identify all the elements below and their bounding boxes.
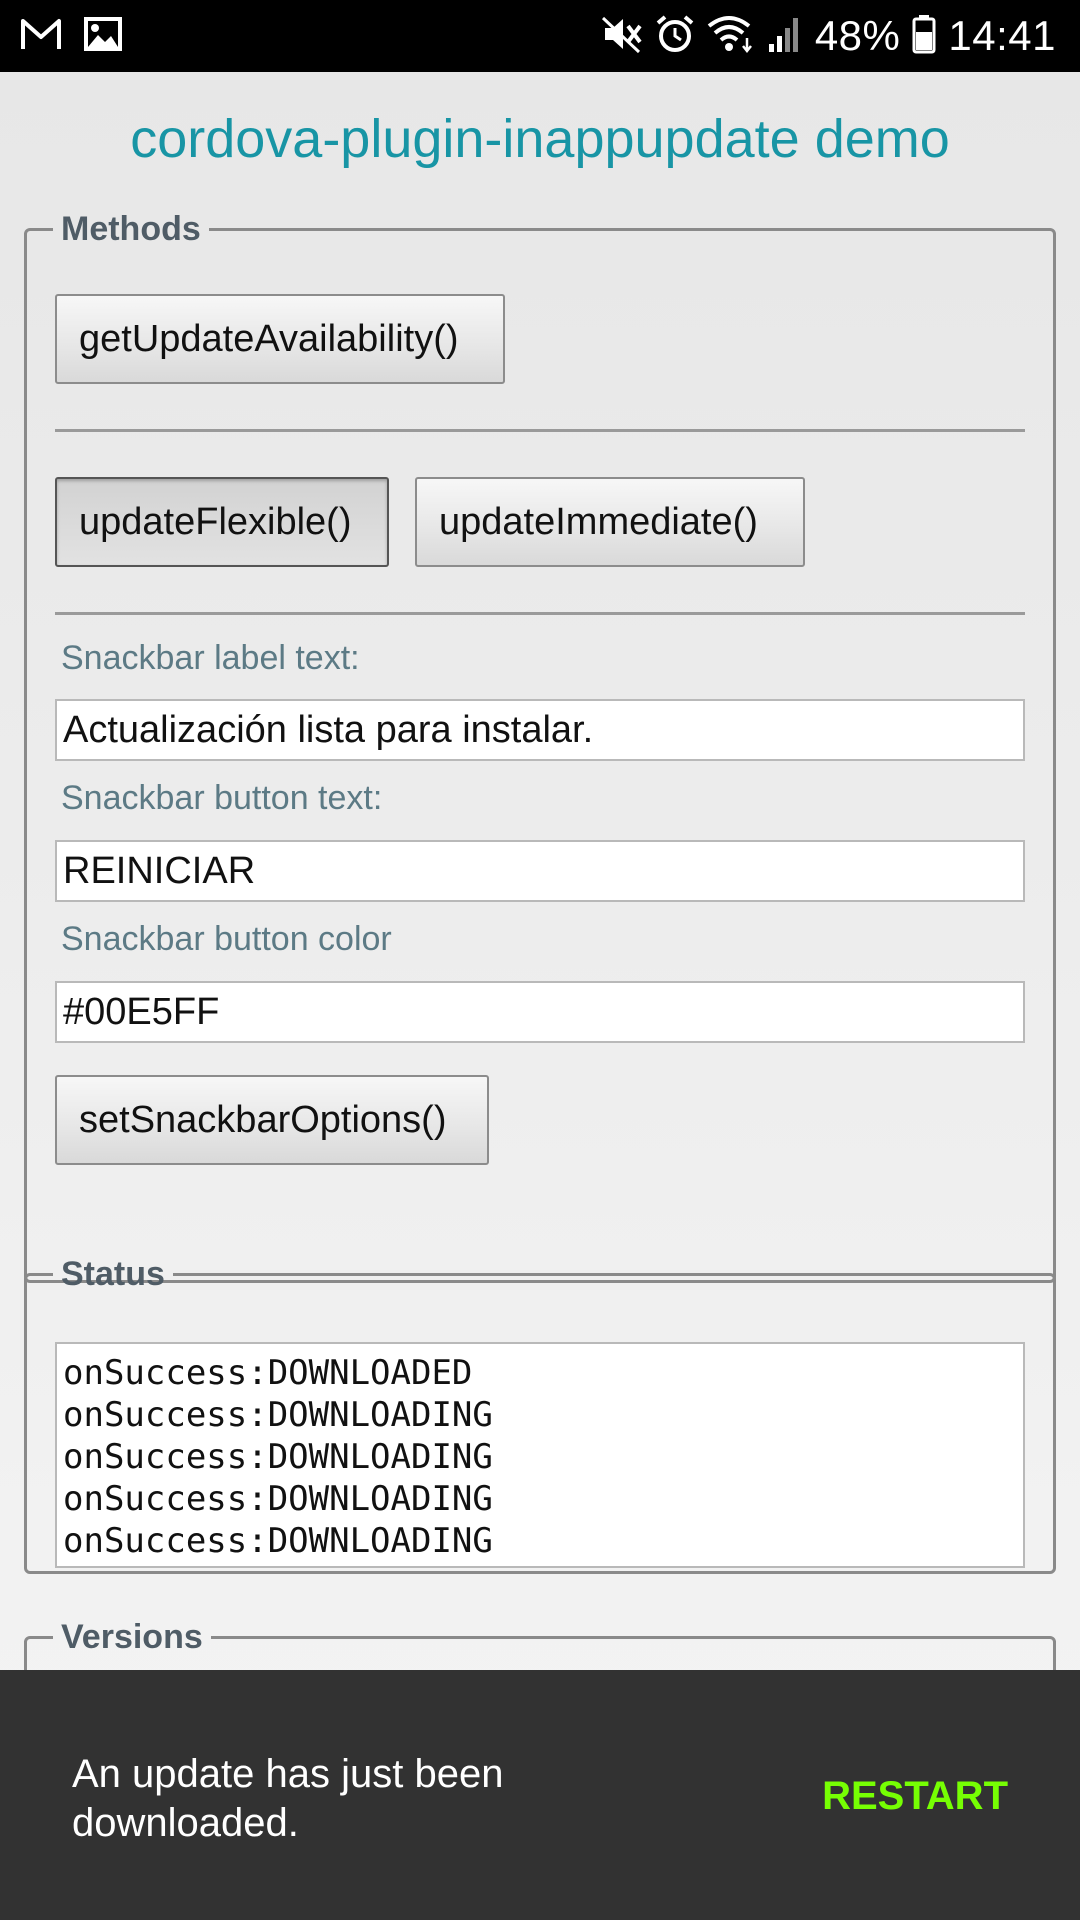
alarm-icon	[655, 14, 695, 59]
status-bar-left	[20, 14, 122, 58]
update-flexible-button[interactable]: updateFlexible()	[55, 477, 389, 567]
snackbar-button-input[interactable]	[55, 840, 1025, 902]
battery-percent: 48%	[814, 12, 901, 59]
snackbar-button-caption: Snackbar button text:	[61, 779, 383, 817]
page-title: cordova-plugin-inappupdate demo	[130, 109, 950, 169]
status-log[interactable]: onSuccess:DOWNLOADED onSuccess:DOWNLOADI…	[55, 1342, 1025, 1568]
snackbar-label-input[interactable]	[55, 699, 1025, 761]
get-update-availability-button[interactable]: getUpdateAvailability()	[55, 294, 505, 384]
divider	[55, 429, 1025, 432]
status-fieldset: Status onSuccess:DOWNLOADED onSuccess:DO…	[24, 1255, 1056, 1574]
log-line: onSuccess:DOWNLOADING	[63, 1521, 493, 1561]
snackbar-color-input[interactable]	[55, 981, 1025, 1043]
log-line: onSuccess:DOWNLOADING	[63, 1395, 493, 1435]
versions-legend: Versions	[61, 1618, 203, 1656]
snackbar-message: An update has just been downloaded.	[72, 1752, 504, 1845]
signal-icon	[767, 14, 803, 59]
snackbar: An update has just been downloaded. REST…	[0, 1670, 1080, 1920]
resize-grip-icon[interactable]	[1012, 1555, 1020, 1563]
update-immediate-button[interactable]: updateImmediate()	[415, 477, 805, 567]
divider	[55, 612, 1025, 615]
log-line: onSuccess:DOWNLOADING	[63, 1437, 493, 1477]
clock: 14:41	[948, 12, 1056, 59]
status-bar-right: 48% 14:41	[601, 8, 1056, 64]
status-legend: Status	[61, 1255, 165, 1293]
log-line: onSuccess:DOWNLOADING	[63, 1479, 493, 1519]
methods-legend: Methods	[61, 210, 201, 248]
gmail-icon	[20, 17, 62, 56]
snackbar-restart-button[interactable]: RESTART	[822, 1774, 1008, 1819]
gallery-icon	[84, 16, 122, 56]
log-line: onSuccess:DOWNLOADED	[63, 1353, 473, 1393]
status-bar: 48% 14:41	[0, 0, 1080, 72]
set-snackbar-options-button[interactable]: setSnackbarOptions()	[55, 1075, 489, 1165]
methods-fieldset: Methods getUpdateAvailability() updateFl…	[24, 210, 1056, 1283]
snackbar-label-caption: Snackbar label text:	[61, 639, 360, 677]
snackbar-color-caption: Snackbar button color	[61, 920, 392, 958]
page: cordova-plugin-inappupdate demo Methods …	[0, 72, 1080, 1920]
battery-icon	[912, 14, 936, 59]
mute-icon	[601, 14, 643, 59]
wifi-icon	[707, 14, 755, 59]
